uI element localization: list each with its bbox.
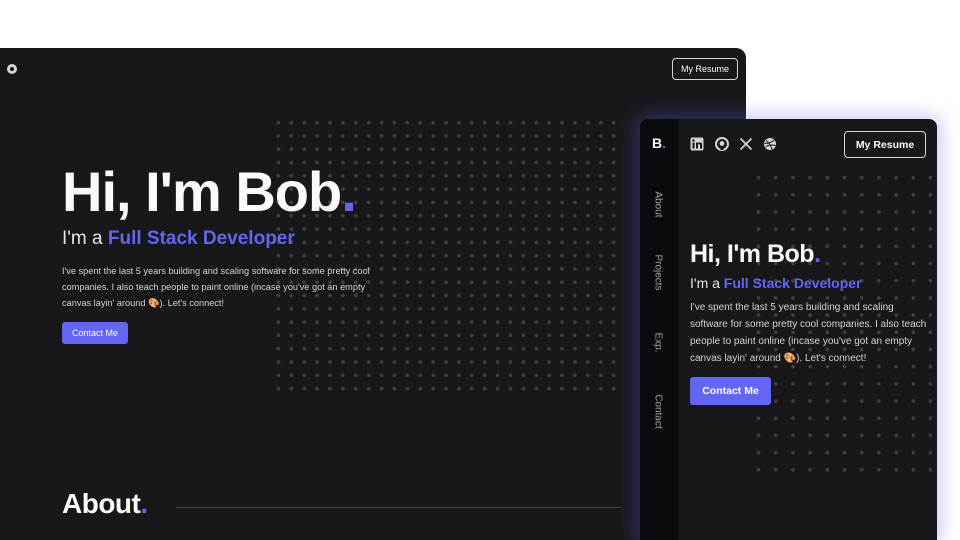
nav-item-contact[interactable]: Contact [653,379,664,445]
nav-item-experience[interactable]: Exp. [653,310,664,376]
linkedin-icon[interactable] [690,137,704,151]
nav-item-about[interactable]: About [653,172,664,238]
role-text: Full Stack Developer [723,275,862,291]
subtitle-prefix: I'm a [62,228,108,249]
hero-greeting: Hi, I'm Bob [690,240,815,268]
logo-letter: B [652,135,663,151]
desktop-window: My Resume Hi, I'm Bob. I'm a Full Stack … [0,48,746,540]
about-heading: About. [62,488,148,520]
hero-subtitle: I'm a Full Stack Developer [690,275,862,291]
resume-button[interactable]: My Resume [672,58,738,80]
section-divider [176,507,622,508]
about-heading-text: About [62,488,141,519]
hero-greeting: Hi, I'm Bob [62,160,342,223]
dot-grid-decoration [272,116,624,392]
resume-button[interactable]: My Resume [844,131,926,158]
hero-period: . [341,160,357,223]
hero-subtitle: I'm a Full Stack Developer [62,228,295,250]
logo-period: . [662,135,667,151]
sidebar: B. About Projects Exp. Contact [640,119,679,540]
hero-title: Hi, I'm Bob. [690,239,821,269]
x-icon[interactable] [739,137,753,151]
hero-period: . [814,240,821,268]
subtitle-prefix: I'm a [690,275,724,291]
contact-button[interactable]: Contact Me [690,377,771,405]
github-icon[interactable] [715,137,729,151]
hero-description: I've spent the last 5 years building and… [690,302,927,364]
about-period: . [140,488,148,519]
nav-item-projects[interactable]: Projects [653,240,664,306]
dribbble-icon[interactable] [763,137,777,151]
logo[interactable]: B. [652,135,666,151]
hero-description: I've spent the last 5 years building and… [62,266,370,308]
contact-button[interactable]: Contact Me [62,322,128,344]
settings-icon[interactable] [7,64,17,74]
role-text: Full Stack Developer [107,228,295,249]
hero-title: Hi, I'm Bob. [62,160,357,224]
compact-window: B. About Projects Exp. Contact My Resume… [640,119,937,540]
